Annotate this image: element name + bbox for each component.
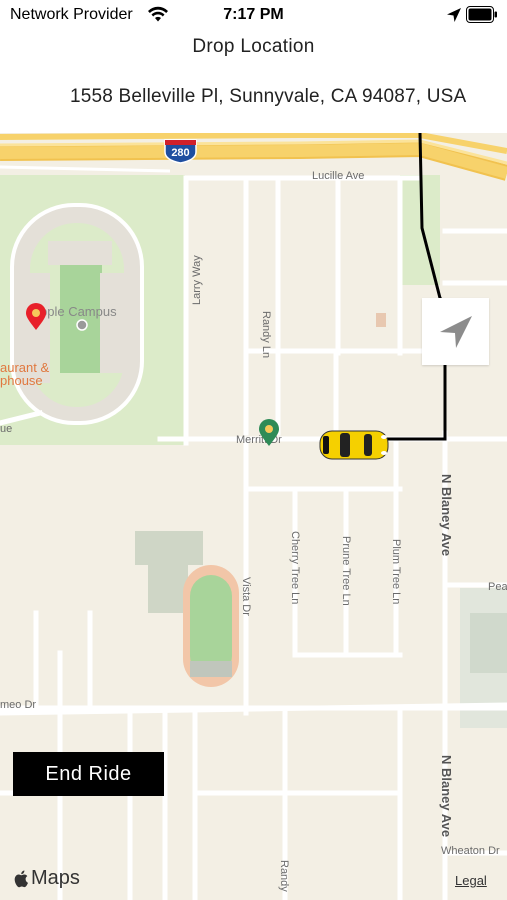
highway-number: 280 — [171, 147, 190, 159]
poi-label-restaurant-2: phouse — [0, 373, 43, 388]
street-label-randy-ln: Randy Ln — [260, 311, 272, 359]
drop-address: 1558 Belleville Pl, Sunnyvale, CA 94087,… — [70, 86, 467, 107]
street-label-ue: ue — [0, 423, 13, 435]
street-label-vista-dr: Vista Dr — [240, 577, 252, 616]
poi-label-apple-campus: pple Campus — [40, 304, 117, 319]
street-label-meo-dr: meo Dr — [0, 699, 37, 711]
street-label-n-blaney-ave-1: N Blaney Ave — [439, 474, 454, 557]
street-label-larry-way: Larry Way — [191, 255, 203, 305]
page-title: Drop Location — [192, 36, 315, 57]
clock-time: 7:17 PM — [223, 6, 284, 23]
campus-poi-icon — [76, 319, 88, 331]
street-label-lucille-ave: Lucille Ave — [312, 170, 365, 182]
end-ride-button[interactable]: End Ride — [13, 752, 164, 796]
street-label-wheaton-dr: Wheaton Dr — [441, 845, 500, 857]
recenter-location-button[interactable] — [422, 298, 489, 365]
street-label-pea: Pea — [488, 581, 507, 593]
navigation-arrow-icon — [439, 315, 472, 348]
street-label-plum-tree-ln: Plum Tree Ln — [390, 539, 402, 605]
interstate-280-shield: 280 — [163, 138, 198, 164]
legal-link[interactable]: Legal — [455, 873, 487, 888]
battery-icon — [466, 6, 497, 23]
apple-maps-logo: Maps — [14, 867, 80, 890]
car-icon — [319, 430, 389, 460]
apple-logo-icon — [14, 870, 28, 888]
street-label-n-blaney-ave-2: N Blaney Ave — [439, 755, 454, 838]
status-bar: Network Provider 7:17 PM — [0, 0, 507, 30]
maps-brand-text: Maps — [31, 867, 80, 889]
street-label-cherry-tree-ln: Cherry Tree Ln — [289, 531, 301, 605]
street-label-randy-bottom: Randy — [278, 860, 290, 892]
street-label-prune-tree-ln: Prune Tree Ln — [340, 536, 352, 606]
drop-pin-icon[interactable] — [258, 419, 280, 447]
map-view[interactable]: 280 Lucille Ave pple Campus aurant & pho… — [0, 133, 507, 900]
pickup-pin-icon[interactable] — [25, 303, 47, 331]
location-services-icon — [447, 8, 461, 22]
